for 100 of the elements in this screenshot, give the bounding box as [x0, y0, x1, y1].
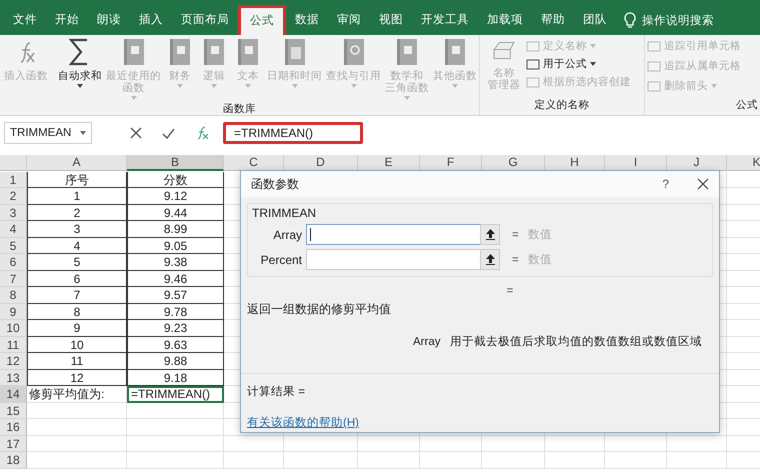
column-header[interactable]: G [482, 155, 545, 171]
column-header[interactable]: K [727, 155, 760, 171]
column-header[interactable]: D [284, 155, 358, 171]
ribbon-tab[interactable]: 开发工具 [412, 5, 478, 35]
small-icon [647, 40, 661, 52]
column-header[interactable]: I [605, 155, 667, 171]
table-cell: 12 [27, 370, 127, 386]
ribbon-tab[interactable]: 数据 [286, 5, 328, 35]
table-cell: 分数 [127, 172, 224, 188]
ribbon-tab[interactable]: 加载项 [478, 5, 532, 35]
ribbon-tab[interactable]: 审阅 [328, 5, 370, 35]
row-header[interactable]: 2 [0, 188, 27, 204]
help-button[interactable]: ? [662, 177, 669, 191]
table-cell: 9.88 [127, 353, 224, 370]
tell-me-search-field[interactable]: 操作说明搜索 [642, 12, 714, 28]
table-cell: 9.78 [127, 304, 224, 320]
row-header[interactable]: 9 [0, 304, 27, 320]
table-cell [667, 452, 727, 468]
ribbon-button[interactable]: 用于公式 [526, 55, 642, 73]
close-icon[interactable] [697, 178, 709, 190]
row-header[interactable]: 4 [0, 221, 27, 238]
table-cell: 9.44 [127, 204, 224, 221]
function-icon[interactable] [195, 126, 209, 140]
argument-field[interactable] [306, 224, 481, 245]
table-cell: 8.99 [127, 221, 224, 238]
table-cell: 9.38 [127, 254, 224, 270]
ribbon-tab[interactable]: 帮助 [532, 5, 574, 35]
calculation-result: 计算结果 = [247, 384, 306, 399]
row-header[interactable]: 6 [0, 254, 27, 270]
ribbon-tab[interactable]: 视图 [370, 5, 412, 35]
caret-icon [211, 84, 217, 88]
small-icon [526, 40, 540, 52]
column-header[interactable]: E [358, 155, 420, 171]
ribbon-tab[interactable]: 团队 [574, 5, 616, 35]
ribbon-tab[interactable]: 文件 [4, 5, 46, 35]
collapse-dialog-button[interactable] [480, 249, 500, 270]
argument-field[interactable] [306, 249, 481, 270]
row-header[interactable]: 5 [0, 238, 27, 254]
caret-icon [177, 84, 183, 88]
argument-result: = 数值 [512, 228, 552, 242]
help-link[interactable]: 有关该函数的帮助(H) [247, 415, 359, 430]
upload-arrow-icon [486, 229, 494, 240]
row-header[interactable]: 3 [0, 204, 27, 221]
row-header[interactable]: 17 [0, 436, 27, 452]
row-header[interactable]: 15 [0, 402, 27, 419]
column-header[interactable]: F [420, 155, 482, 171]
ribbon-button[interactable]: 自动求和 [56, 37, 104, 100]
function-description: 返回一组数据的修剪平均值 [247, 301, 392, 318]
row-header[interactable]: 18 [0, 452, 27, 468]
column-header[interactable]: A [27, 155, 127, 171]
table-cell: 序号 [27, 172, 127, 188]
ribbon-tab[interactable]: 公式 [238, 5, 286, 35]
column-header[interactable]: C [224, 155, 284, 171]
table-cell: 4 [27, 238, 127, 254]
ribbon-tab[interactable]: 插入 [130, 5, 172, 35]
formula-field[interactable]: =TRIMMEAN() [223, 122, 363, 144]
table-cell [482, 452, 545, 468]
caret-icon [292, 84, 298, 88]
ribbon-tab[interactable]: 开始 [46, 5, 88, 35]
table-cell: 9 [27, 320, 127, 336]
caret-icon [77, 84, 83, 88]
row-header[interactable]: 11 [0, 336, 27, 353]
caret-icon [711, 84, 717, 88]
table-cell [420, 436, 482, 452]
table-cell: 9.23 [127, 320, 224, 336]
row-header[interactable]: 14 [0, 386, 27, 402]
table-cell: 8 [27, 304, 127, 320]
column-header[interactable]: B [127, 155, 224, 171]
ribbon-tab[interactable]: 页面布局 [172, 5, 238, 35]
table-cell [358, 436, 420, 452]
row-header[interactable]: 10 [0, 320, 27, 336]
table-cell: 2 [27, 204, 127, 221]
row-header[interactable]: 1 [0, 172, 27, 188]
row-header[interactable]: 16 [0, 419, 27, 436]
row-header[interactable]: 7 [0, 270, 27, 287]
row-header[interactable]: 13 [0, 370, 27, 386]
table-cell [605, 452, 667, 468]
row-header[interactable]: 8 [0, 287, 27, 304]
cancel-icon[interactable] [130, 127, 142, 139]
table-cell: 1 [27, 188, 127, 204]
ribbon-tab[interactable]: 朗读 [88, 5, 130, 35]
argument-label: Array [272, 228, 302, 242]
argument-result: = 数值 [512, 252, 552, 267]
check-icon[interactable] [162, 128, 175, 138]
column-header[interactable]: H [545, 155, 605, 171]
argument-description: Array 用于截去极值后求取均值的数值数组或数值区域 [413, 334, 704, 349]
collapse-dialog-button[interactable] [480, 224, 500, 245]
upload-arrow-icon [486, 254, 494, 265]
caret-icon [80, 131, 86, 135]
table-cell: 9.46 [127, 270, 224, 287]
dialog-title: 函数参数 [251, 176, 300, 192]
column-header[interactable]: J [667, 155, 727, 171]
table-cell [605, 436, 667, 452]
table-cell: 6 [27, 270, 127, 287]
name-box[interactable]: TRIMMEAN [4, 122, 92, 144]
table-cell [420, 452, 482, 468]
table-cell [224, 452, 284, 468]
small-icon [526, 76, 540, 88]
table-cell: 5 [27, 254, 127, 270]
row-header[interactable]: 12 [0, 353, 27, 370]
